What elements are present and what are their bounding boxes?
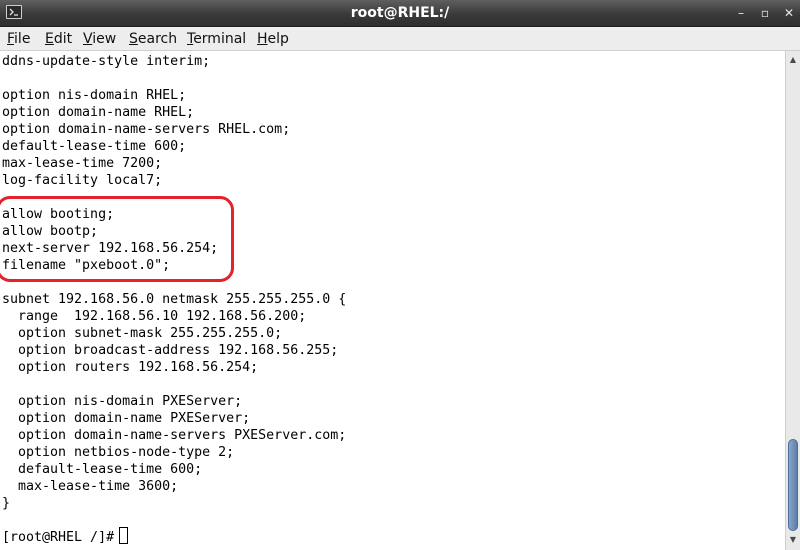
close-button[interactable]: ✕: [781, 5, 797, 21]
terminal-line: max-lease-time 3600;: [2, 479, 179, 494]
terminal-line: allow booting;: [2, 207, 115, 222]
menu-terminal-label: erminal: [193, 31, 247, 47]
terminal-line: option domain-name-servers RHEL.com;: [2, 122, 291, 137]
terminal-line: default-lease-time 600;: [2, 462, 203, 477]
scrollbar-thumb[interactable]: [788, 439, 798, 531]
menu-edit-mnemonic: E: [45, 31, 54, 47]
menu-view-label: iew: [92, 31, 117, 47]
menu-help-mnemonic: H: [257, 31, 268, 47]
terminal-window: root@RHEL:/ – ▫ ✕ File Edit View Search …: [0, 0, 800, 550]
scroll-down-arrow-icon[interactable]: ▼: [786, 533, 800, 547]
menu-help-label: elp: [267, 31, 289, 47]
menu-terminal[interactable]: Terminal: [187, 30, 246, 48]
terminal-line: option nis-domain RHEL;: [2, 88, 187, 103]
terminal-cursor: [119, 527, 128, 544]
terminal-line: option broadcast-address 192.168.56.255;: [2, 343, 339, 358]
window-title: root@RHEL:/: [350, 5, 450, 21]
terminal-line: default-lease-time 600;: [2, 139, 187, 154]
menu-search-mnemonic: S: [129, 31, 138, 47]
menu-file-mnemonic: F: [7, 31, 15, 47]
terminal-line: subnet 192.168.56.0 netmask 255.255.255.…: [2, 292, 347, 307]
title-bar[interactable]: root@RHEL:/ – ▫ ✕: [0, 0, 800, 27]
terminal-line: option subnet-mask 255.255.255.0;: [2, 326, 283, 341]
terminal-line: log-facility local7;: [2, 173, 163, 188]
terminal-line: ddns-update-style interim;: [2, 54, 211, 69]
scroll-up-arrow-icon[interactable]: ▲: [786, 53, 800, 67]
terminal-line: }: [2, 496, 11, 511]
menu-search-label: earch: [137, 31, 178, 47]
vertical-scrollbar[interactable]: ▲ ▼: [785, 51, 800, 550]
menu-bar: File Edit View Search Terminal Help: [0, 27, 800, 51]
terminal-line: option routers 192.168.56.254;: [2, 360, 259, 375]
terminal-line: range 192.168.56.10 192.168.56.200;: [2, 309, 307, 324]
menu-view[interactable]: View: [83, 30, 116, 48]
terminal-prompt: [root@RHEL /]#: [2, 530, 123, 545]
terminal-line: option netbios-node-type 2;: [2, 445, 235, 460]
menu-file-label: ile: [14, 31, 31, 47]
terminal-line: option domain-name PXEServer;: [2, 411, 251, 426]
terminal-line: next-server 192.168.56.254;: [2, 241, 219, 256]
terminal-line: option domain-name RHEL;: [2, 105, 195, 120]
menu-edit[interactable]: Edit: [45, 30, 72, 48]
terminal-output[interactable]: ddns-update-style interim; option nis-do…: [0, 51, 785, 550]
terminal-line: option domain-name-servers PXEServer.com…: [2, 428, 347, 443]
terminal-line: max-lease-time 7200;: [2, 156, 163, 171]
menu-file[interactable]: File: [7, 30, 30, 48]
maximize-button[interactable]: ▫: [757, 5, 773, 21]
terminal-line: allow bootp;: [2, 224, 99, 239]
menu-view-mnemonic: V: [83, 31, 93, 47]
menu-help[interactable]: Help: [257, 30, 289, 48]
terminal-line: filename "pxeboot.0";: [2, 258, 171, 273]
terminal-line: option nis-domain PXEServer;: [2, 394, 243, 409]
menu-edit-label: dit: [53, 31, 73, 47]
menu-search[interactable]: Search: [129, 30, 177, 48]
minimize-button[interactable]: –: [733, 5, 749, 21]
